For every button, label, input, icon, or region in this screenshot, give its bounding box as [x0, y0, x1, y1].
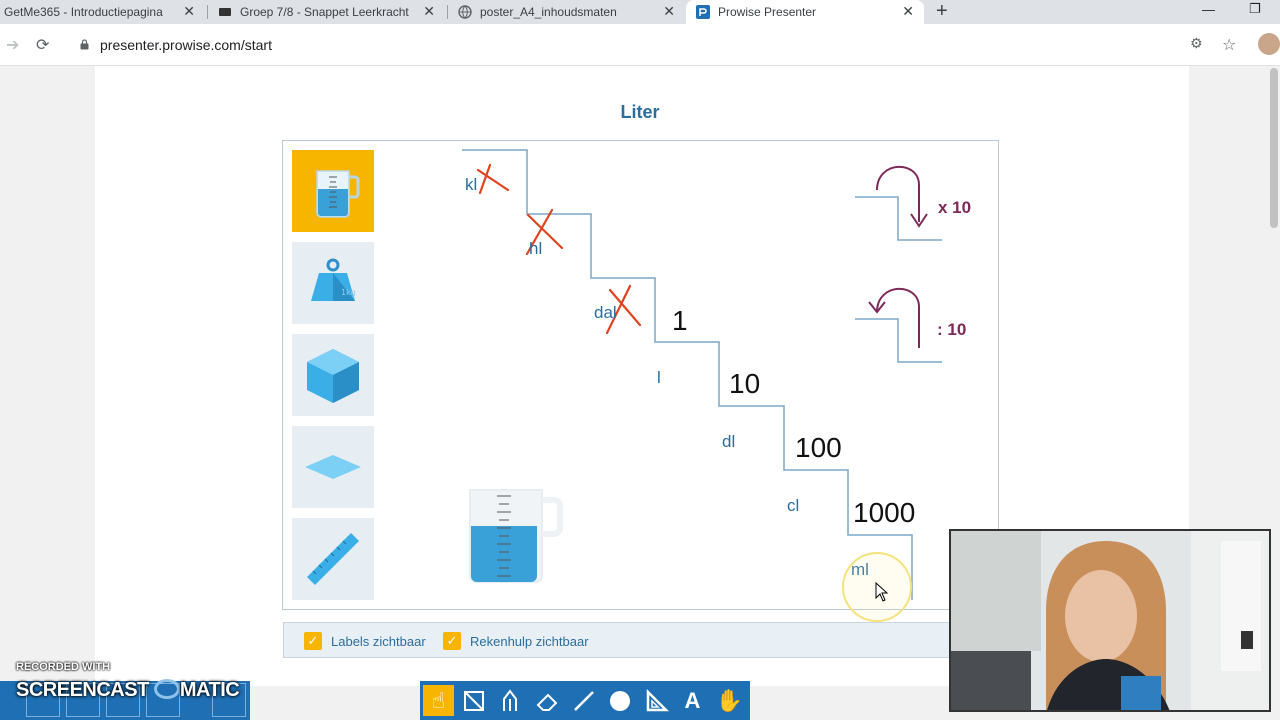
labels-checkbox-label[interactable]: Labels zichtbaar	[331, 634, 426, 649]
select-icon[interactable]	[458, 685, 489, 716]
number-1000: 1000	[853, 497, 916, 528]
screencast-logo-icon	[153, 679, 180, 699]
calc-help-checkbox-label[interactable]: Rekenhulp zichtbaar	[470, 634, 589, 649]
number-100: 100	[795, 432, 842, 463]
line-icon[interactable]	[568, 685, 599, 716]
drawing-toolbar: ☝ A ✋	[420, 681, 750, 720]
screencast-logo-part1: SCREENCAST	[16, 679, 149, 701]
unit-l: l	[657, 368, 661, 387]
screencast-logo-text: SCREENCAST MATIC	[16, 679, 240, 702]
calc-help-checkbox[interactable]: ✓	[443, 632, 461, 650]
hand-icon[interactable]: ✋	[714, 685, 745, 716]
screencast-logo-part2: MATIC	[179, 679, 240, 701]
unit-cl: cl	[787, 496, 800, 515]
unit-dal: dal	[594, 303, 617, 322]
hand-pointer-icon[interactable]: ☝	[423, 685, 454, 716]
unit-dl: dl	[722, 432, 736, 451]
unit-hl: hl	[529, 239, 543, 258]
recorded-with-label: RECORDED WITH	[16, 661, 111, 673]
webcam-overlay	[949, 529, 1271, 712]
number-1: 1	[672, 305, 688, 336]
unit-kl: kl	[465, 175, 478, 194]
cross-kl-icon	[476, 163, 510, 195]
eraser-icon[interactable]	[531, 685, 562, 716]
circle-shape-icon[interactable]	[604, 685, 635, 716]
text-icon[interactable]: A	[677, 685, 708, 716]
webcam-image	[951, 531, 1269, 710]
set-square-icon[interactable]	[641, 685, 672, 716]
pen-icon[interactable]	[494, 685, 525, 716]
multiply-label: x 10	[938, 198, 972, 217]
labels-checkbox[interactable]: ✓	[304, 632, 322, 650]
pointer-icon	[875, 582, 889, 602]
options-bar: ✓ Labels zichtbaar ✓ Rekenhulp zichtbaar	[283, 622, 999, 658]
number-10: 10	[729, 368, 761, 399]
divide-label: : 10	[937, 320, 967, 339]
measuring-jug-icon	[469, 489, 563, 583]
